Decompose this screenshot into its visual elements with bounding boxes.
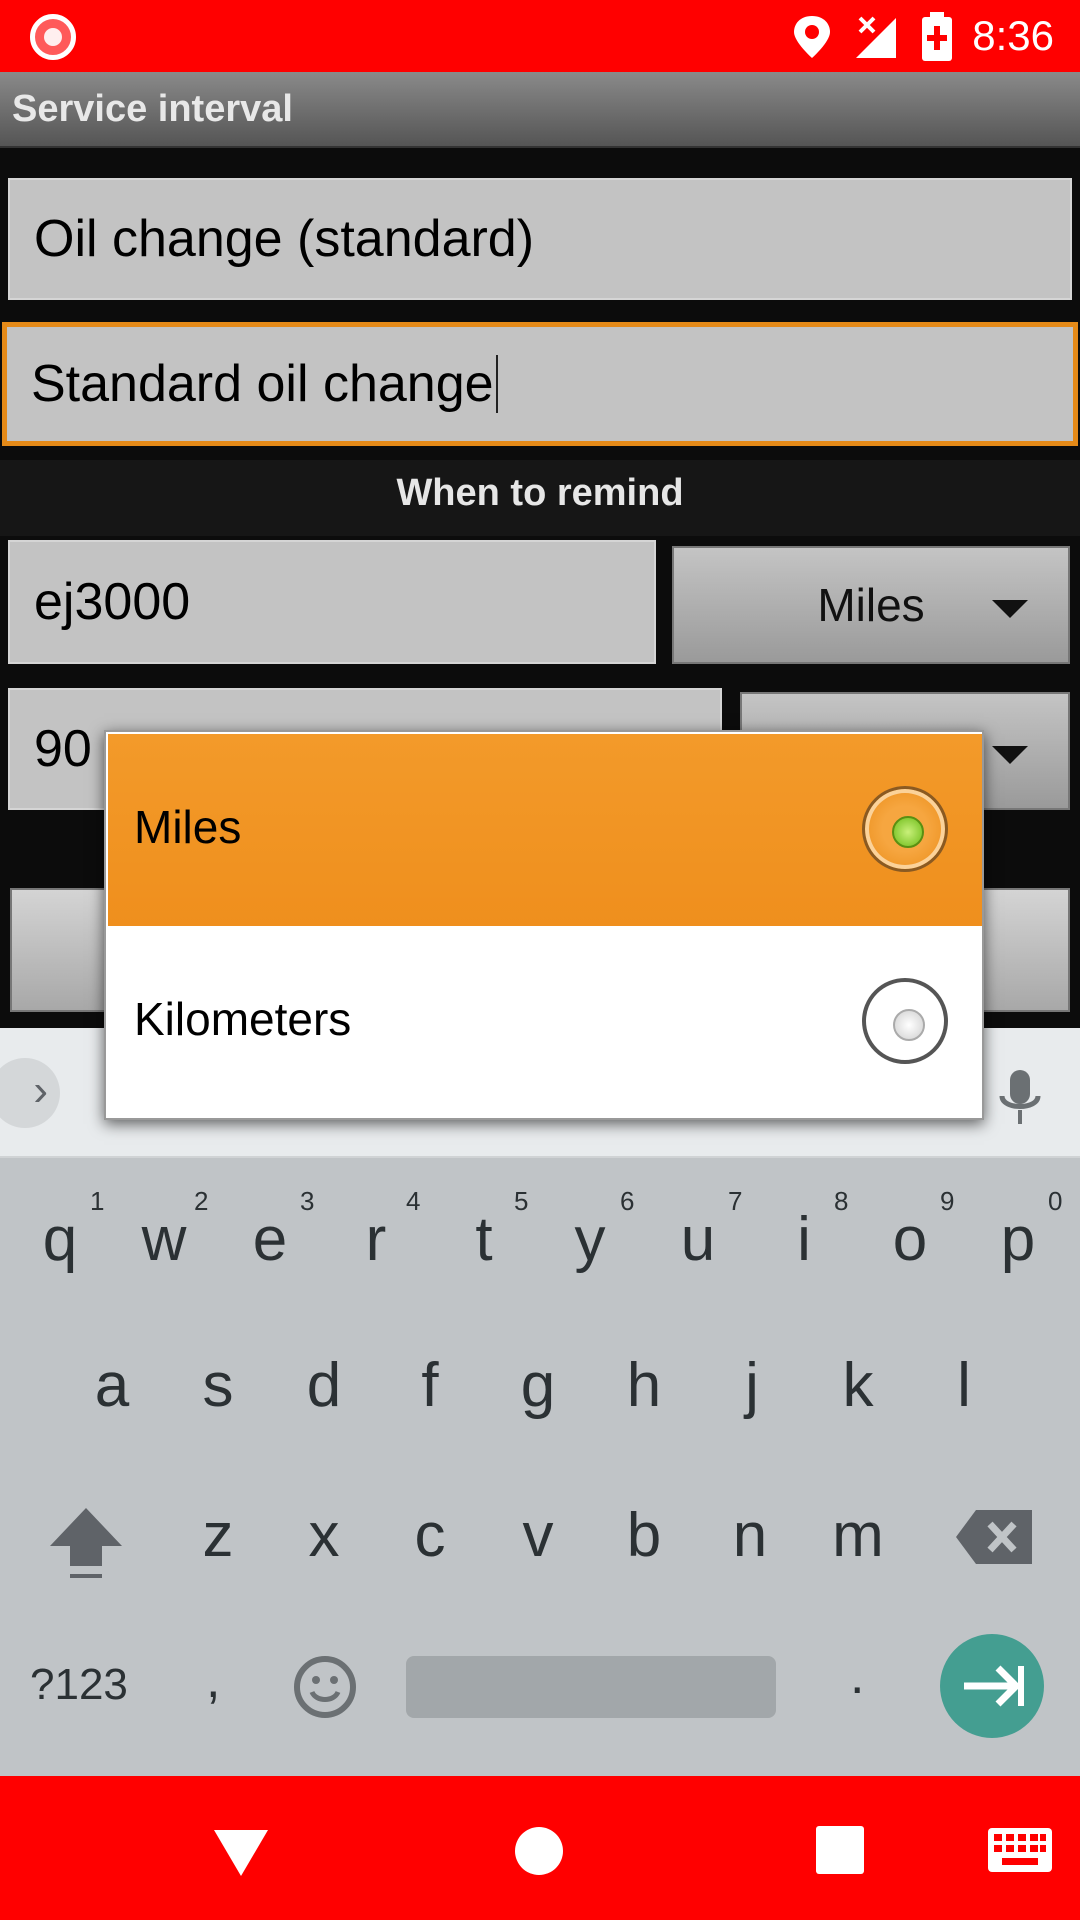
key-hint-number: 0 — [1048, 1186, 1063, 1216]
name-field-value: Oil change (standard) — [34, 210, 535, 268]
unit-picker-dialog: Miles Kilometers — [104, 730, 984, 1120]
period-key[interactable]: . — [850, 1646, 864, 1706]
location-icon — [794, 16, 830, 58]
home-icon[interactable] — [514, 1826, 564, 1876]
keyboard-switch-icon[interactable] — [988, 1828, 1052, 1872]
key-hint-number: 7 — [728, 1186, 743, 1216]
key-j[interactable]: j — [702, 1350, 802, 1421]
key-hint-number: 6 — [620, 1186, 635, 1216]
key-x[interactable]: x — [274, 1500, 374, 1571]
record-icon — [30, 14, 76, 60]
backspace-icon[interactable] — [956, 1510, 1032, 1564]
enter-next-icon[interactable] — [940, 1634, 1044, 1738]
shift-key-icon[interactable] — [46, 1504, 126, 1584]
key-h[interactable]: h — [594, 1350, 694, 1421]
option-label: Miles — [134, 801, 242, 853]
key-v[interactable]: v — [488, 1500, 588, 1571]
action-bar: Service interval — [0, 72, 1080, 148]
page-title: Service interval — [12, 88, 293, 130]
key-hint-number: 9 — [940, 1186, 955, 1216]
option-label: Kilometers — [134, 993, 352, 1045]
key-hint-number: 8 — [834, 1186, 849, 1216]
time-input-value: 90 — [34, 720, 92, 778]
key-a[interactable]: a — [62, 1350, 162, 1421]
key-c[interactable]: c — [380, 1500, 480, 1571]
status-icons — [794, 16, 896, 58]
key-hint-number: 4 — [406, 1186, 421, 1216]
navigation-bar — [0, 1776, 1080, 1920]
status-time: 8:36 — [972, 12, 1054, 59]
name-field[interactable]: Oil change (standard) — [8, 178, 1072, 300]
text-cursor — [495, 355, 498, 413]
space-key[interactable] — [406, 1656, 776, 1718]
back-icon[interactable] — [214, 1830, 268, 1878]
symbols-key[interactable]: ?123 — [30, 1660, 128, 1710]
key-hint-number: 5 — [514, 1186, 529, 1216]
key-f[interactable]: f — [380, 1350, 480, 1421]
description-field-value: Standard oil change — [31, 355, 494, 413]
comma-key[interactable]: , — [206, 1650, 220, 1710]
key-d[interactable]: d — [274, 1350, 374, 1421]
chevron-down-icon — [992, 600, 1028, 618]
key-s[interactable]: s — [168, 1350, 268, 1421]
option-miles[interactable]: Miles — [108, 734, 982, 926]
key-hint-number: 3 — [300, 1186, 315, 1216]
key-z[interactable]: z — [168, 1500, 268, 1571]
key-l[interactable]: l — [914, 1350, 1014, 1421]
radio-unselected-icon[interactable] — [862, 978, 948, 1064]
distance-input-value: ej3000 — [34, 573, 191, 631]
option-kilometers[interactable]: Kilometers — [108, 926, 982, 1118]
key-hint-number: 2 — [194, 1186, 209, 1216]
key-b[interactable]: b — [594, 1500, 694, 1571]
distance-unit-spinner[interactable]: Miles — [672, 546, 1070, 664]
recents-icon[interactable] — [816, 1826, 864, 1874]
key-k[interactable]: k — [808, 1350, 908, 1421]
key-hint-number: 1 — [90, 1186, 105, 1216]
key-g[interactable]: g — [488, 1350, 588, 1421]
key-n[interactable]: n — [700, 1500, 800, 1571]
section-header: When to remind — [0, 460, 1080, 536]
distance-unit-value: Miles — [817, 579, 925, 631]
chevron-down-icon — [992, 746, 1028, 764]
distance-input[interactable]: ej3000 — [8, 540, 656, 664]
battery-charging-icon — [922, 12, 952, 61]
key-m[interactable]: m — [808, 1500, 908, 1571]
microphone-icon[interactable] — [996, 1068, 1044, 1128]
description-field[interactable]: Standard oil change — [2, 322, 1078, 446]
emoji-icon[interactable] — [294, 1656, 356, 1718]
status-bar: 8:36 — [0, 0, 1080, 72]
radio-selected-icon[interactable] — [862, 786, 948, 872]
signal-off-icon — [856, 16, 896, 58]
